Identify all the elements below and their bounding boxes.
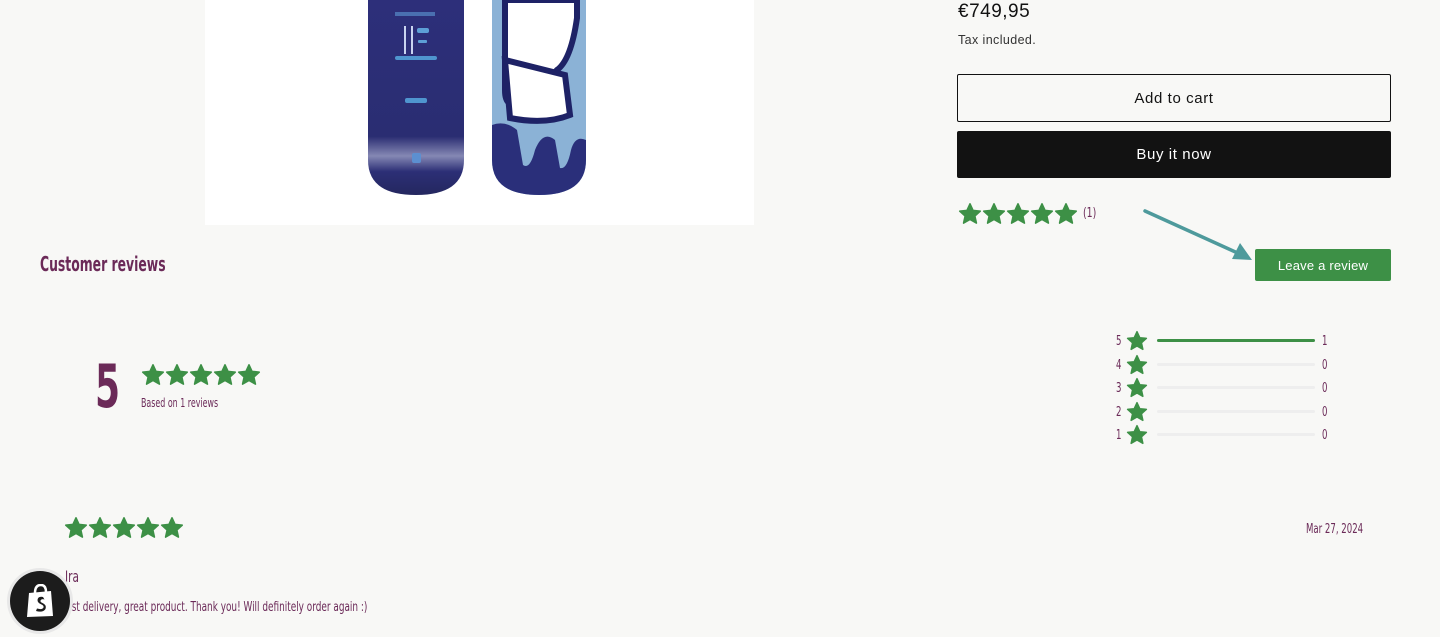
star-icon (1054, 203, 1078, 224)
histogram-bar-track (1157, 386, 1315, 389)
star-icon (1126, 377, 1148, 398)
snowboards-illustration (368, 0, 586, 195)
star-icon (1126, 330, 1148, 351)
histogram-row-3[interactable]: 30 (1115, 377, 1335, 399)
star-icon (1006, 203, 1030, 224)
star-icon (237, 364, 261, 385)
star-icon (1126, 401, 1148, 421)
histogram-star-wrapper (1126, 330, 1148, 352)
histogram-star-level: 1 (1116, 428, 1122, 443)
tax-note: Tax included. (958, 33, 1037, 47)
histogram-row-1[interactable]: 10 (1115, 424, 1335, 446)
histogram-star-wrapper (1126, 354, 1148, 376)
histogram-star-level: 5 (1116, 334, 1122, 349)
star-icon (160, 517, 184, 538)
star-icon (982, 203, 1006, 224)
star-icon (165, 364, 189, 385)
histogram-bar-track (1157, 362, 1315, 366)
histogram-bar-track (1157, 433, 1315, 436)
histogram-count: 0 (1322, 381, 1328, 396)
add-to-cart-label: Add to cart (1134, 89, 1214, 107)
star-icon (112, 517, 136, 538)
based-on-text: Based on 1 reviews (141, 396, 219, 410)
star-icon (1126, 424, 1148, 445)
histogram-star-level: 4 (1116, 357, 1122, 373)
histogram-count: 0 (1322, 428, 1328, 443)
shopify-bag-icon[interactable] (10, 571, 70, 631)
histogram-count: 1 (1322, 334, 1328, 349)
star-icon (189, 364, 213, 385)
add-to-cart-button[interactable]: Add to cart (957, 74, 1391, 122)
histogram-star-wrapper (1126, 401, 1148, 423)
star-icon (64, 517, 88, 538)
average-rating-number: 5 (95, 352, 121, 422)
star-icon (136, 517, 160, 538)
arrow-annotation (1143, 209, 1252, 260)
star-icon (141, 364, 165, 385)
star-icon (1126, 354, 1148, 374)
histogram-bar-fill (1157, 339, 1315, 342)
shopping-bag-icon (27, 584, 53, 617)
star-icon (213, 364, 237, 385)
leave-review-label: Leave a review (1277, 257, 1369, 273)
leave-review-button[interactable]: Leave a review (1255, 249, 1391, 281)
histogram-star-wrapper (1126, 424, 1148, 446)
histogram-row-2[interactable]: 20 (1115, 401, 1335, 423)
review-stars (64, 516, 184, 540)
buy-now-button[interactable]: Buy it now (957, 131, 1391, 178)
histogram-star-wrapper (1126, 377, 1148, 399)
histogram-count: 0 (1322, 357, 1328, 373)
histogram-row-5[interactable]: 51 (1115, 330, 1335, 352)
star-icon (88, 517, 112, 538)
histogram-count: 0 (1322, 404, 1328, 420)
customer-reviews-title: Customer reviews (40, 252, 166, 276)
rating-summary-stars[interactable] (958, 202, 1078, 226)
product-image (205, 0, 754, 225)
buy-now-label: Buy it now (1136, 146, 1212, 163)
histogram-bar-track (1157, 409, 1315, 413)
star-icon (958, 203, 982, 224)
histogram-bar-track (1157, 339, 1315, 342)
review-body: Fast delivery, great product. Thank you!… (62, 599, 368, 615)
histogram-star-level: 3 (1116, 381, 1122, 396)
histogram-row-4[interactable]: 40 (1115, 354, 1335, 376)
review-date: Mar 27, 2024 (1306, 522, 1364, 537)
star-icon (1030, 203, 1054, 224)
product-price: €749,95 (958, 1, 1031, 22)
histogram-star-level: 2 (1116, 404, 1122, 420)
review-author: Ira (65, 567, 79, 586)
rating-summary-count[interactable]: (1) (1083, 205, 1101, 221)
average-rating-stars (141, 363, 261, 387)
